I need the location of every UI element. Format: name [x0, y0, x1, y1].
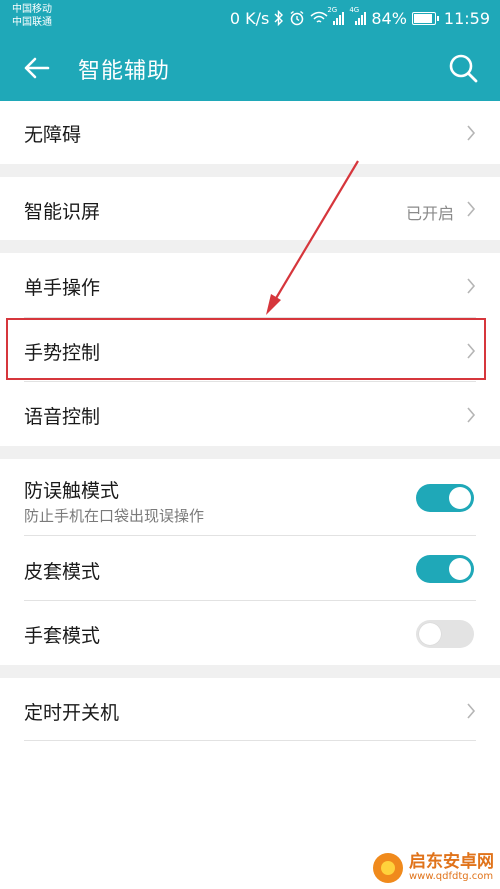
section-gap [0, 446, 500, 459]
search-icon [449, 54, 478, 83]
clock: 11:59 [443, 8, 490, 28]
section-gap [0, 665, 500, 678]
signal-icon: 2G [327, 6, 345, 25]
carrier-info: 中国移动 中国联通 [12, 3, 52, 29]
setting-label: 定时开关机 [24, 702, 120, 724]
signal-icon: 4G [349, 6, 367, 25]
signal-1-tag: 2G [327, 6, 338, 14]
setting-label: 单手操作 [24, 277, 101, 299]
back-button[interactable] [18, 50, 58, 86]
chevron-right-icon [467, 278, 476, 294]
settings-list: 无障碍 智能识屏 已开启 单手操作 手势控制 语音控制 防误触模式 防止手机在口… [0, 101, 500, 741]
toggle-knob [449, 558, 471, 580]
setting-label: 手套模式 [24, 625, 101, 647]
chevron-right-icon [467, 201, 476, 217]
signal-2-tag: 4G [349, 6, 360, 14]
carrier-1-label: 中国移动 [12, 4, 52, 15]
status-value: 已开启 [405, 204, 454, 223]
battery-percent: 84% [371, 8, 407, 28]
setting-item-cover-mode[interactable]: 皮套模式 [0, 536, 500, 601]
arrow-left-icon [24, 57, 50, 79]
watermark-text: 启东安卓网 www.qdfdtg.com [409, 851, 494, 882]
watermark-logo-icon [373, 853, 403, 883]
pocket-mode-toggle[interactable] [416, 484, 474, 512]
battery-icon [411, 11, 439, 25]
glove-mode-toggle[interactable] [416, 620, 474, 648]
status-icons: 0 K/s 2G 4G 84% 11:59 [229, 6, 490, 29]
chevron-right-icon [467, 343, 476, 359]
section-gap [0, 240, 500, 253]
setting-item-glove-mode[interactable]: 手套模式 [0, 601, 500, 665]
carrier-2-label: 中国联通 [12, 17, 52, 28]
setting-label: 防误触模式 [24, 480, 120, 502]
setting-label: 无障碍 [24, 124, 82, 146]
toggle-knob [419, 623, 441, 645]
setting-item-gesture-control[interactable]: 手势控制 [0, 318, 500, 382]
chevron-right-icon [467, 703, 476, 719]
setting-label: 手势控制 [24, 342, 101, 364]
setting-label: 皮套模式 [24, 561, 101, 583]
battery-fill [413, 13, 433, 23]
wifi-icon [310, 11, 328, 23]
watermark: 启东安卓网 www.qdfdtg.com [373, 853, 494, 883]
bluetooth-icon [274, 10, 284, 26]
page-title: 智能辅助 [78, 59, 171, 84]
setting-description: 防止手机在口袋出现误操作 [24, 507, 205, 525]
section-gap [0, 164, 500, 177]
setting-item-voice-control[interactable]: 语音控制 [0, 382, 500, 446]
setting-label: 智能识屏 [24, 201, 101, 223]
setting-item-pocket-mode[interactable]: 防误触模式 防止手机在口袋出现误操作 [0, 459, 500, 536]
cover-mode-toggle[interactable] [416, 555, 474, 583]
app-bar: 智能辅助 [0, 35, 500, 101]
setting-item-smart-screen[interactable]: 智能识屏 已开启 [0, 177, 500, 240]
search-button[interactable] [444, 49, 482, 87]
setting-item-accessibility[interactable]: 无障碍 [0, 101, 500, 164]
chevron-right-icon [467, 407, 476, 423]
chevron-right-icon [467, 125, 476, 141]
alarm-icon [290, 10, 304, 26]
status-bar: 中国移动 中国联通 0 K/s 2G 4G 84% 11:59 [0, 0, 500, 35]
toggle-knob [449, 487, 471, 509]
setting-item-scheduled-power[interactable]: 定时开关机 [0, 678, 500, 741]
setting-label: 语音控制 [24, 406, 101, 428]
watermark-url: www.qdfdtg.com [409, 870, 494, 882]
setting-item-one-hand[interactable]: 单手操作 [0, 253, 500, 318]
watermark-name: 启东安卓网 [409, 851, 494, 872]
net-speed-label: 0 K/s [229, 8, 270, 28]
